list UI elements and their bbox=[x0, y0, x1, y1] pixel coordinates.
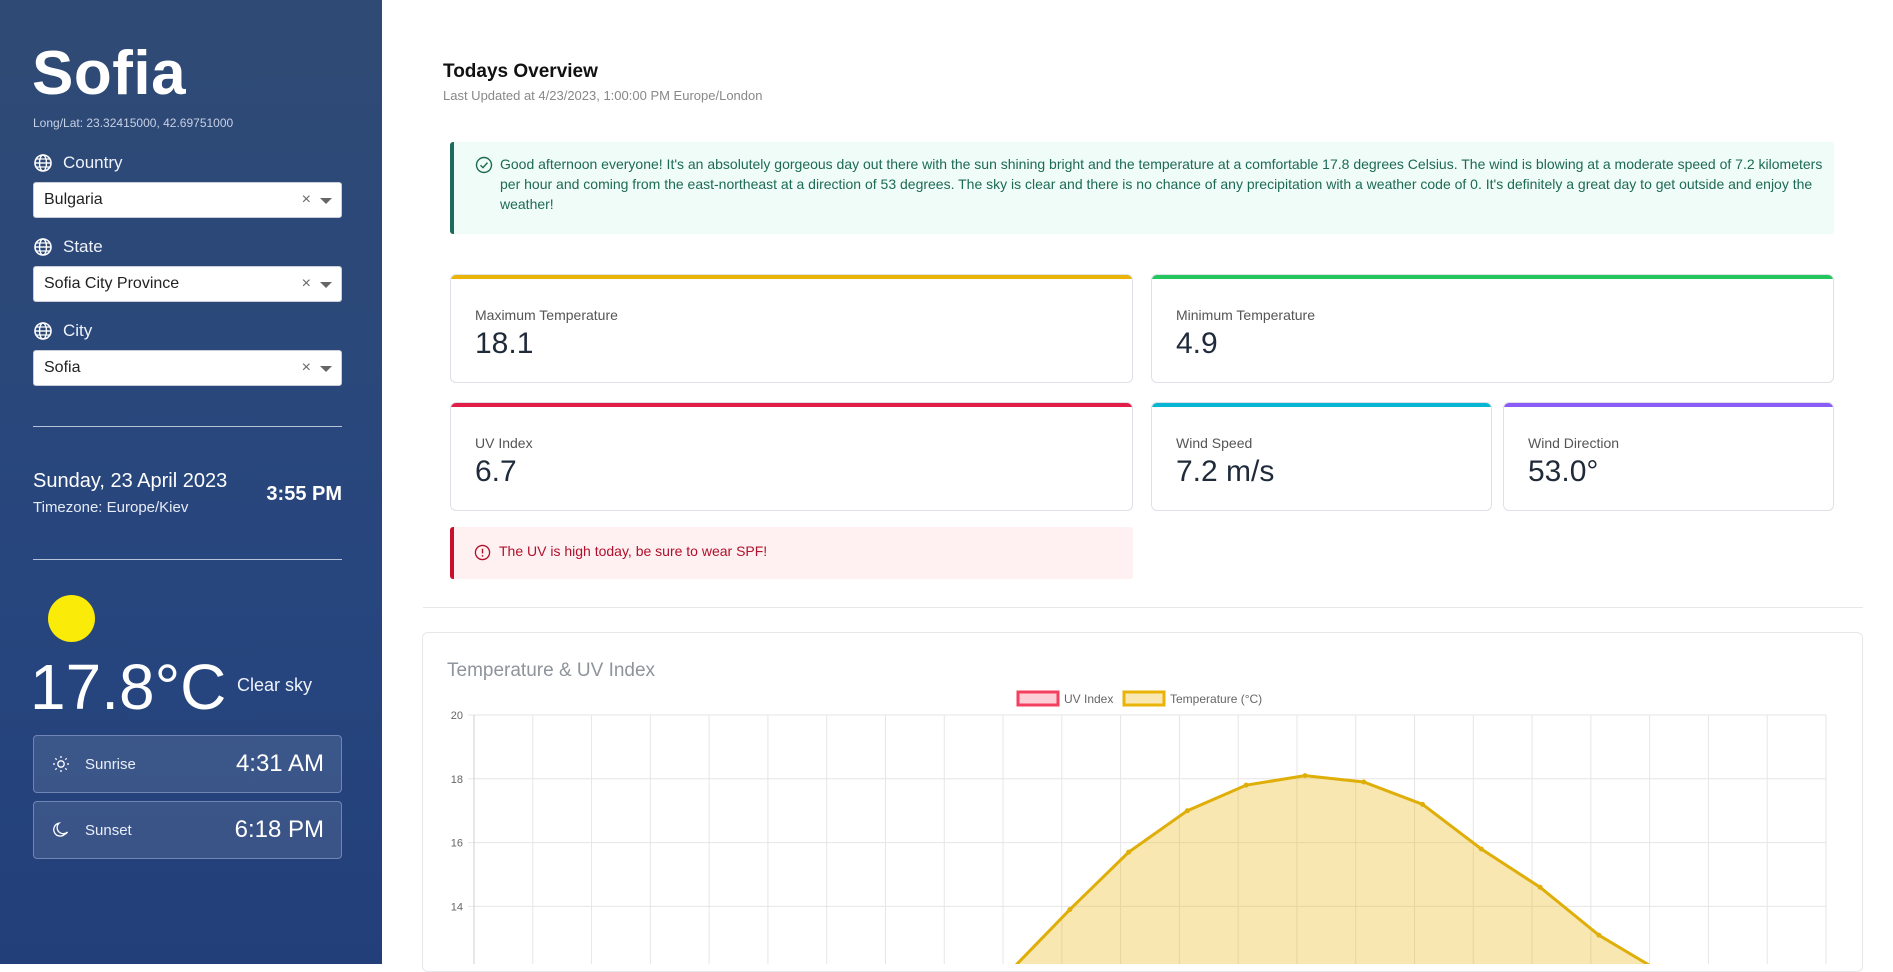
y-tick-label: 14 bbox=[451, 901, 463, 913]
legend-swatch bbox=[1122, 690, 1166, 707]
temperature-point bbox=[1243, 782, 1249, 788]
temperature-point bbox=[1361, 779, 1367, 785]
temperature-point bbox=[1126, 849, 1132, 855]
temperature-point bbox=[1067, 907, 1073, 913]
temperature-point bbox=[1302, 773, 1308, 779]
temperature-point bbox=[1478, 846, 1484, 852]
legend-label: Temperature (°C) bbox=[1170, 692, 1262, 706]
temperature-point bbox=[1420, 801, 1426, 807]
legend-label: UV Index bbox=[1064, 692, 1113, 706]
temperature-point bbox=[1537, 884, 1543, 890]
y-tick-label: 16 bbox=[451, 838, 463, 850]
temperature-uv-chart: 2018161412UV IndexTemperature (°C) bbox=[451, 690, 1827, 964]
legend-swatch bbox=[1016, 690, 1060, 707]
y-tick-label: 20 bbox=[451, 710, 463, 722]
temperature-point bbox=[1184, 808, 1190, 814]
temperature-point bbox=[1596, 932, 1602, 938]
y-tick-label: 18 bbox=[451, 774, 463, 786]
temperature-area bbox=[1011, 775, 1658, 964]
